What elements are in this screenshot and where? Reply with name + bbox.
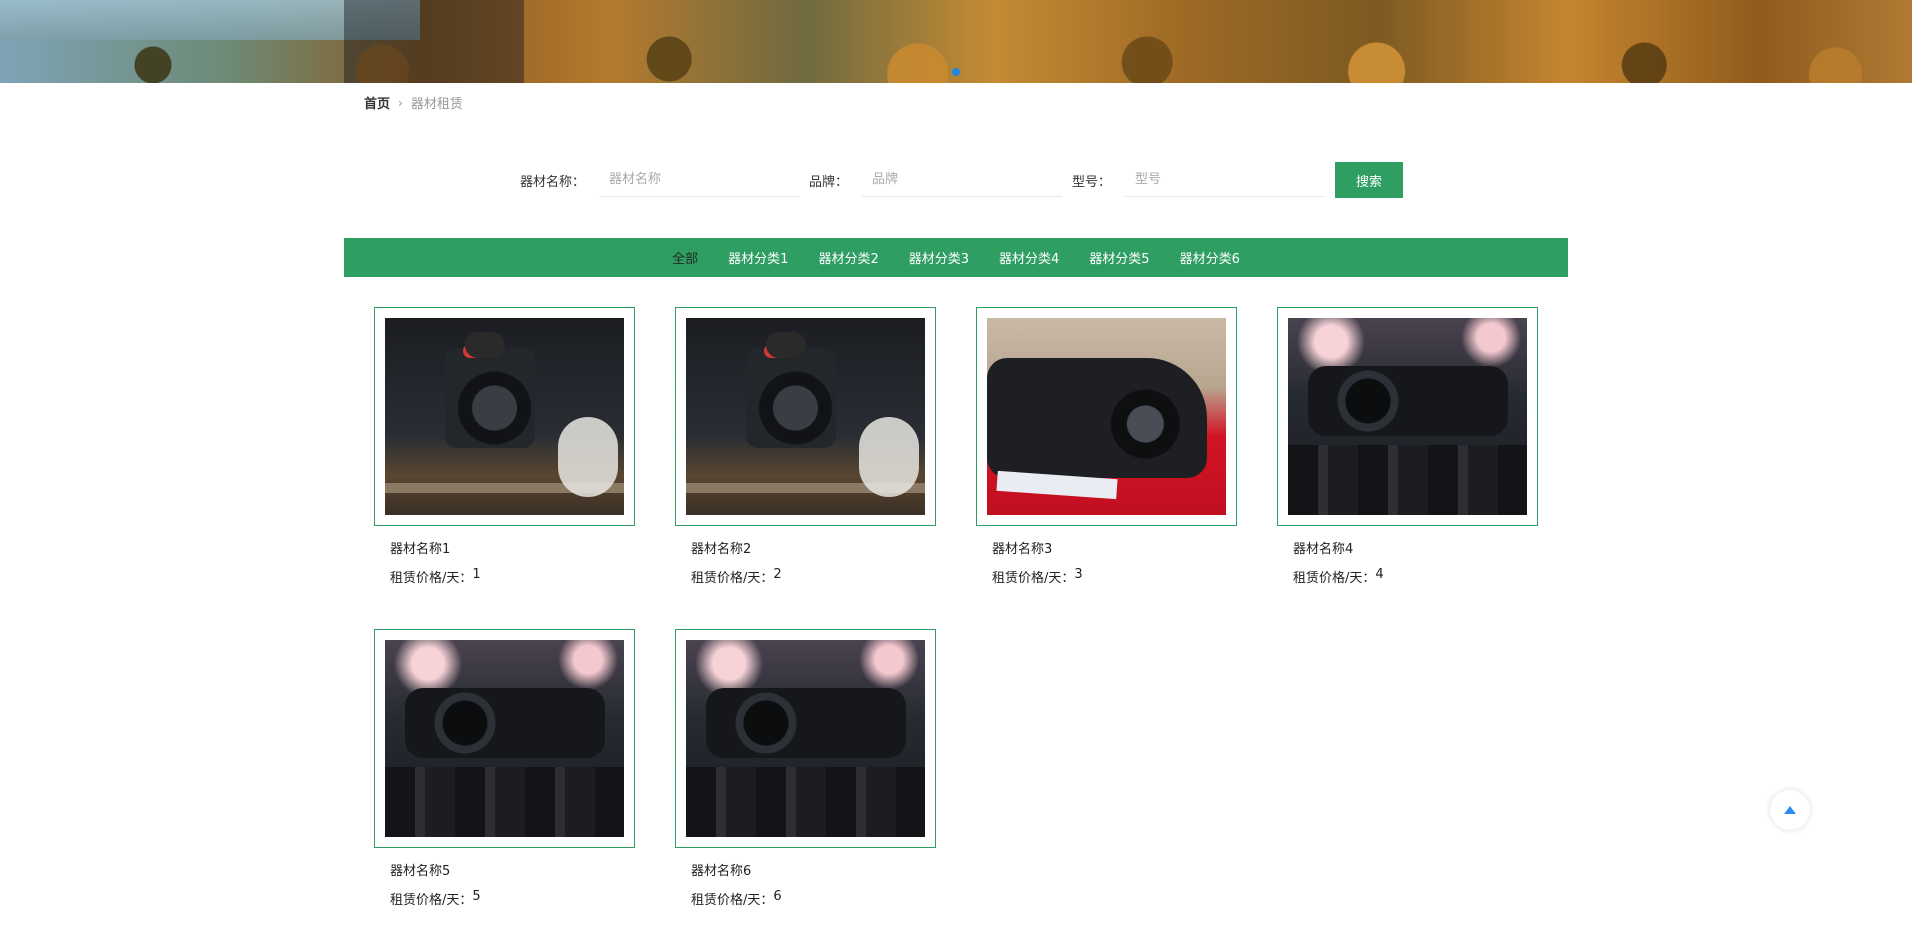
price-value: 5 xyxy=(472,889,481,904)
product-name[interactable]: 器材名称3 xyxy=(976,538,1237,557)
product-name[interactable]: 器材名称1 xyxy=(374,538,635,557)
product-price-row: 租赁价格/天： 3 xyxy=(976,567,1237,586)
product-image-frame[interactable] xyxy=(1277,307,1538,526)
category-1[interactable]: 器材分类1 xyxy=(713,248,803,267)
price-label: 租赁价格/天： xyxy=(992,571,1075,586)
product-card[interactable]: 器材名称5 租赁价格/天： 5 xyxy=(374,629,635,908)
product-price-row: 租赁价格/天： 4 xyxy=(1277,567,1538,586)
product-image-frame[interactable] xyxy=(374,307,635,526)
product-price-row: 租赁价格/天： 5 xyxy=(374,889,635,908)
product-image[interactable] xyxy=(1288,318,1527,515)
product-image-frame[interactable] xyxy=(675,307,936,526)
search-button[interactable]: 搜索 xyxy=(1335,162,1404,198)
product-card[interactable]: 器材名称3 租赁价格/天： 3 xyxy=(976,307,1237,586)
back-to-top-button[interactable] xyxy=(1770,790,1810,830)
model-label: 型号： xyxy=(1072,174,1112,190)
brand-label: 品牌： xyxy=(809,174,849,190)
category-3[interactable]: 器材分类3 xyxy=(894,248,984,267)
model-input[interactable] xyxy=(1125,163,1326,197)
name-label: 器材名称： xyxy=(520,174,586,190)
price-value: 1 xyxy=(472,567,481,582)
price-label: 租赁价格/天： xyxy=(390,571,473,586)
product-card[interactable]: 器材名称1 租赁价格/天： 1 xyxy=(374,307,635,586)
product-price-row: 租赁价格/天： 1 xyxy=(374,567,635,586)
product-card[interactable]: 器材名称4 租赁价格/天： 4 xyxy=(1277,307,1538,586)
category-bar: 全部 器材分类1 器材分类2 器材分类3 器材分类4 器材分类5 器材分类6 xyxy=(344,238,1568,277)
breadcrumb-home[interactable]: 首页 xyxy=(364,93,390,112)
arrow-up-icon xyxy=(1784,806,1796,814)
chevron-right-icon: › xyxy=(398,95,403,110)
product-card[interactable]: 器材名称6 租赁价格/天： 6 xyxy=(675,629,936,908)
price-value: 3 xyxy=(1074,567,1083,582)
product-name[interactable]: 器材名称4 xyxy=(1277,538,1538,557)
category-6[interactable]: 器材分类6 xyxy=(1165,248,1255,267)
product-image[interactable] xyxy=(686,640,925,837)
product-name[interactable]: 器材名称2 xyxy=(675,538,936,557)
category-5[interactable]: 器材分类5 xyxy=(1074,248,1164,267)
breadcrumb-current: 器材租赁 xyxy=(410,97,463,112)
category-2[interactable]: 器材分类2 xyxy=(803,248,893,267)
product-name[interactable]: 器材名称6 xyxy=(675,860,936,879)
product-image[interactable] xyxy=(385,318,624,515)
price-label: 租赁价格/天： xyxy=(390,893,473,908)
search-form: 器材名称： 品牌： 型号： 搜索 xyxy=(520,162,1404,198)
product-card[interactable]: 器材名称2 租赁价格/天： 2 xyxy=(675,307,936,586)
price-value: 4 xyxy=(1375,567,1384,582)
breadcrumb: 首页 › 器材租赁 xyxy=(364,93,463,113)
banner-overlay xyxy=(344,0,524,83)
product-image[interactable] xyxy=(987,318,1226,515)
brand-input[interactable] xyxy=(862,163,1063,197)
price-label: 租赁价格/天： xyxy=(1293,571,1376,586)
product-image[interactable] xyxy=(385,640,624,837)
carousel-indicator[interactable] xyxy=(952,68,960,76)
product-image-frame[interactable] xyxy=(374,629,635,848)
category-4[interactable]: 器材分类4 xyxy=(984,248,1074,267)
product-image[interactable] xyxy=(686,318,925,515)
product-name[interactable]: 器材名称5 xyxy=(374,860,635,879)
product-price-row: 租赁价格/天： 2 xyxy=(675,567,936,586)
name-input[interactable] xyxy=(599,163,800,197)
price-value: 2 xyxy=(773,567,782,582)
price-label: 租赁价格/天： xyxy=(691,571,774,586)
product-price-row: 租赁价格/天： 6 xyxy=(675,889,936,908)
price-value: 6 xyxy=(773,889,782,904)
product-image-frame[interactable] xyxy=(976,307,1237,526)
category-all[interactable]: 全部 xyxy=(657,248,713,267)
hero-banner xyxy=(0,0,1912,83)
product-image-frame[interactable] xyxy=(675,629,936,848)
price-label: 租赁价格/天： xyxy=(691,893,774,908)
